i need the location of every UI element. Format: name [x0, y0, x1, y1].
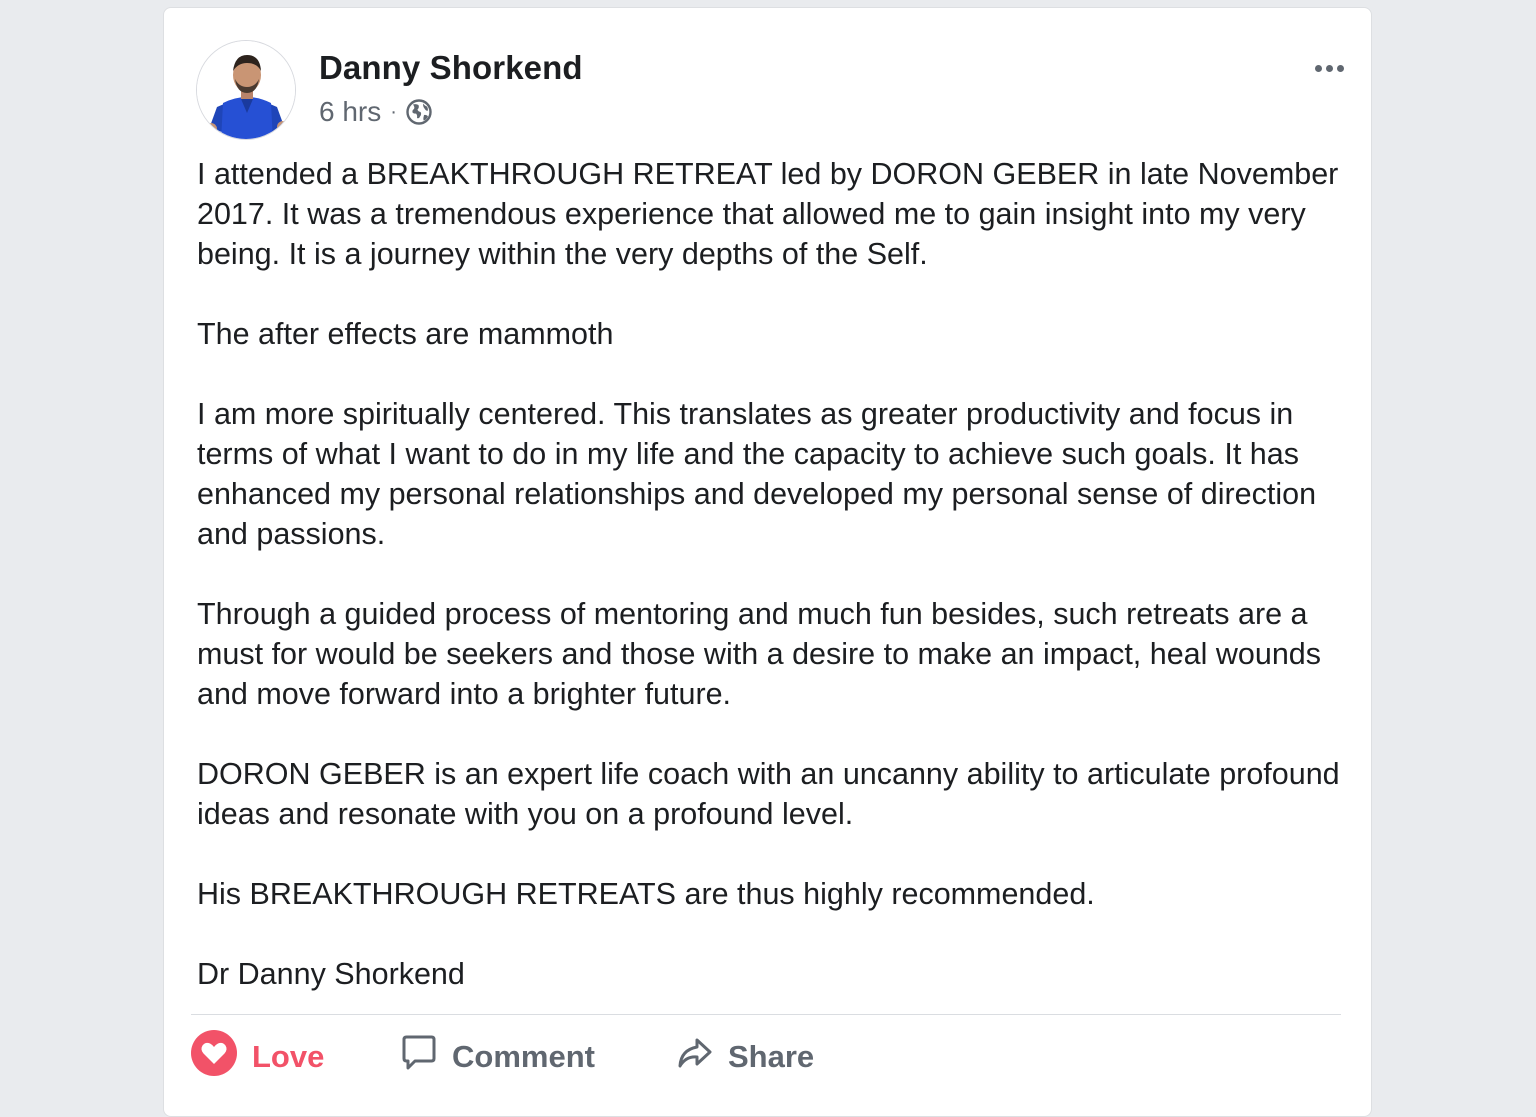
dot-icon [1325, 64, 1333, 72]
heart-icon [190, 1029, 238, 1085]
post-paragraph: DORON GEBER is an expert life coach with… [197, 757, 1340, 831]
actions-divider [191, 1014, 1341, 1015]
comment-label: Comment [452, 1039, 595, 1074]
post-signature: Dr Danny Shorkend [197, 957, 465, 991]
post-meta: 6 hrs · [319, 94, 433, 130]
love-button[interactable]: Love [190, 1030, 324, 1084]
post-card: Danny Shorkend 6 hrs · I attended a BREA… [163, 7, 1372, 1117]
post-paragraph: His BREAKTHROUGH RETREATS are thus highl… [197, 877, 1095, 911]
share-icon [676, 1034, 714, 1080]
globe-icon[interactable] [405, 98, 433, 126]
dot-icon [1314, 64, 1322, 72]
share-button[interactable]: Share [676, 1030, 814, 1084]
post-timestamp[interactable]: 6 hrs [319, 96, 381, 128]
post-paragraph: The after effects are mammoth [197, 317, 614, 351]
post-body: I attended a BREAKTHROUGH RETREAT led by… [197, 154, 1347, 1034]
post-paragraph: Through a guided process of mentoring an… [197, 597, 1322, 711]
post-actions-bar: Love Comment Share [164, 1030, 1373, 1084]
post-paragraph: I am more spiritually centered. This tra… [197, 397, 1317, 551]
author-name[interactable]: Danny Shorkend [319, 46, 583, 90]
post-paragraph: I attended a BREAKTHROUGH RETREAT led by… [197, 157, 1339, 271]
love-label: Love [252, 1039, 325, 1074]
meta-separator: · [390, 100, 397, 123]
dot-icon [1336, 64, 1344, 72]
comment-button[interactable]: Comment [400, 1030, 595, 1084]
comment-icon [400, 1034, 438, 1080]
avatar-photo [197, 41, 295, 139]
share-label: Share [728, 1039, 815, 1074]
more-options-button[interactable] [1309, 56, 1349, 80]
avatar[interactable] [196, 40, 296, 140]
